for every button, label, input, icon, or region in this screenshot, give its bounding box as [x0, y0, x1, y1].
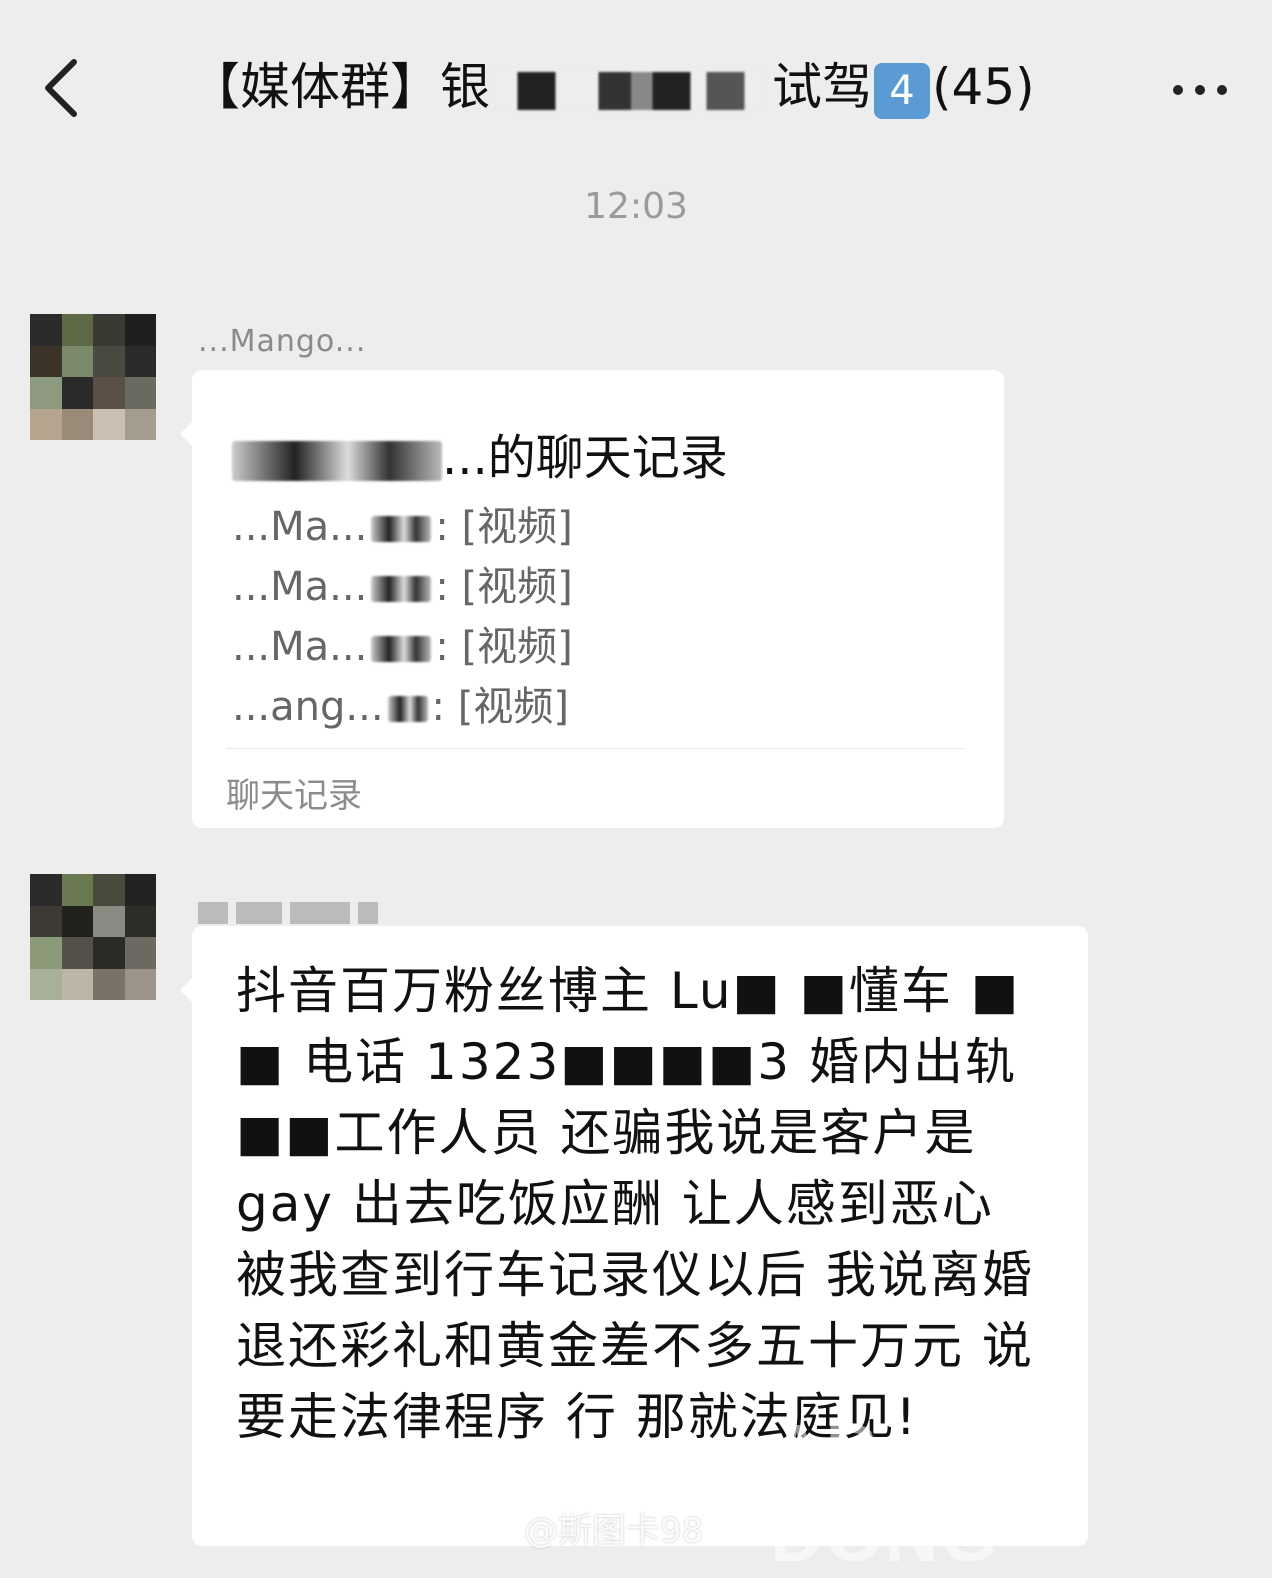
avatar-pixel	[93, 345, 125, 377]
avatar-pixel	[93, 408, 125, 440]
avatar-pixel	[124, 905, 156, 937]
avatar-pixel	[30, 937, 62, 969]
back-button[interactable]	[30, 48, 100, 128]
redacted-name	[371, 636, 432, 662]
chat-history-line: ...Ma... : [视频]	[232, 554, 573, 612]
avatar-pixel	[124, 408, 156, 440]
avatar-pixel	[93, 937, 125, 969]
avatar-pixel	[61, 874, 93, 906]
ellipsis-icon	[1173, 85, 1227, 95]
avatar-pixel	[61, 345, 93, 377]
redacted-sender-block	[358, 901, 378, 924]
avatar-pixel	[30, 408, 62, 440]
redacted-name	[387, 696, 428, 722]
redacted-name	[232, 441, 442, 481]
avatar-pixel	[124, 968, 156, 1000]
avatar-pixel	[61, 377, 93, 409]
line-content: : [视频]	[435, 504, 573, 550]
avatar[interactable]	[30, 874, 156, 1000]
sender-name: ...Mango...	[198, 324, 367, 359]
sender-name	[198, 894, 386, 929]
avatar-pixel	[124, 377, 156, 409]
line-content: : [视频]	[435, 564, 573, 610]
avatar-pixel	[124, 314, 156, 346]
redacted-name	[371, 516, 432, 542]
line-sender: ...Ma...	[232, 624, 368, 670]
weibo-credit: @斯图卡98	[524, 1511, 704, 1551]
chat-history-card[interactable]: ...的聊天记录 ...Ma... : [视频] ...Ma... : [视频] .…	[180, 370, 1004, 828]
chat-history-line: ...Ma... : [视频]	[232, 614, 573, 672]
avatar-pixel	[124, 874, 156, 906]
watermark: AB KUAI DONG	[770, 1409, 1093, 1577]
chat-history-title: ...的聊天记录	[232, 418, 728, 488]
avatar-pixel	[61, 408, 93, 440]
redacted-sender-block	[290, 901, 350, 924]
avatar[interactable]	[30, 314, 156, 440]
title-prefix: 【媒体群】银	[190, 58, 490, 116]
line-content: : [视频]	[435, 624, 573, 670]
avatar-pixel	[61, 905, 93, 937]
more-options-button[interactable]	[1160, 60, 1240, 120]
avatar-pixel	[93, 377, 125, 409]
line-sender: ...Ma...	[232, 504, 368, 550]
avatar-pixel	[30, 314, 62, 346]
message-text: 抖音百万粉丝博主 Lu■ ■懂车 ■ ■ 电话 1323■■■■3 婚内出轨■■…	[236, 962, 1034, 1446]
title-suffix: 试驾	[772, 58, 872, 116]
avatar-pixel	[93, 905, 125, 937]
keycap-badge: 4	[874, 62, 930, 119]
avatar-pixel	[30, 905, 62, 937]
avatar-pixel	[93, 314, 125, 346]
avatar-pixel	[30, 968, 62, 1000]
divider	[226, 748, 964, 749]
chat-history-line: ...Ma... : [视频]	[232, 494, 573, 552]
redacted-title-segment	[496, 71, 766, 110]
avatar-pixel	[124, 345, 156, 377]
avatar-pixel	[93, 874, 125, 906]
line-sender: ...Ma...	[232, 564, 368, 610]
chat-history-line: ...ang... : [视频]	[232, 674, 569, 732]
chat-history-title-suffix: ...的聊天记录	[442, 430, 728, 486]
chat-history-label: 聊天记录	[226, 776, 362, 816]
avatar-pixel	[61, 937, 93, 969]
avatar-pixel	[30, 345, 62, 377]
redacted-sender-block	[236, 901, 282, 924]
chat-title: 【媒体群】银 试驾 4 (45)	[190, 52, 1090, 122]
chevron-left-icon	[45, 59, 77, 117]
avatar-pixel	[61, 968, 93, 1000]
chat-header: 【媒体群】银 试驾 4 (45)	[0, 0, 1272, 180]
member-count: (45)	[932, 58, 1035, 116]
redacted-name	[371, 576, 432, 602]
avatar-pixel	[30, 874, 62, 906]
message-timestamp: 12:03	[584, 186, 688, 227]
line-content: : [视频]	[431, 684, 569, 730]
avatar-pixel	[30, 377, 62, 409]
avatar-pixel	[93, 968, 125, 1000]
avatar-pixel	[124, 937, 156, 969]
avatar-pixel	[61, 314, 93, 346]
line-sender: ...ang...	[232, 684, 384, 730]
redacted-sender-block	[198, 901, 228, 924]
